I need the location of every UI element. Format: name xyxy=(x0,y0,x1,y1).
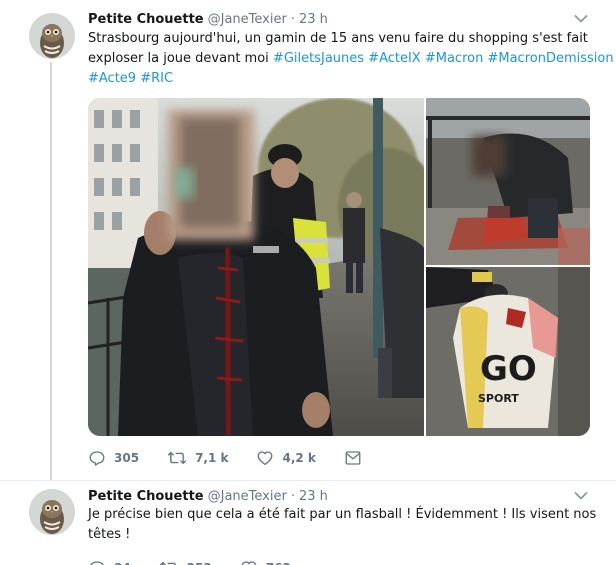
author-handle[interactable]: @JaneTexier xyxy=(208,12,287,27)
chevron-down-icon[interactable] xyxy=(574,14,588,24)
hashtag-link[interactable]: #RIC xyxy=(140,71,173,86)
hashtag-link[interactable]: #ActeIX xyxy=(368,51,421,66)
retweet-icon xyxy=(167,451,187,465)
media-grid: GO SPORT xyxy=(88,98,590,436)
retweet-count: 7,1 k xyxy=(195,451,229,465)
direct-message-button[interactable] xyxy=(344,449,370,467)
separator: · xyxy=(290,11,295,27)
reply-count: 34 xyxy=(114,561,131,565)
envelope-icon xyxy=(345,451,361,465)
tweet-actions: 305 7,1 k 4,2 k xyxy=(88,447,398,469)
tweet[interactable]: Petite Chouette @JaneTexier · 23 h Stras… xyxy=(0,0,616,480)
tweet-text-line: têtes ! xyxy=(88,527,131,542)
bag-brand-text: GO xyxy=(480,349,537,389)
retweet-button[interactable]: 7,1 k xyxy=(167,449,228,467)
reply-icon xyxy=(89,451,105,466)
hashtag-link[interactable]: #MacronDemission xyxy=(487,51,613,66)
hashtag-link[interactable]: #GiletsJaunes xyxy=(273,51,364,66)
like-button[interactable]: 763 xyxy=(240,559,291,565)
retweet-button[interactable]: 253 xyxy=(159,559,212,565)
author-name[interactable]: Petite Chouette xyxy=(88,12,204,27)
avatar[interactable] xyxy=(29,13,75,59)
tweet-text-line: #Acte9 #RIC xyxy=(88,69,588,89)
hashtag-link[interactable]: #Macron xyxy=(425,51,483,66)
like-button[interactable]: 4,2 k xyxy=(256,449,316,467)
author-name[interactable]: Petite Chouette xyxy=(88,489,204,504)
retweet-count: 253 xyxy=(187,561,212,565)
tweet-header: Petite Chouette @JaneTexier · 23 h xyxy=(88,9,328,29)
like-count: 4,2 k xyxy=(282,451,316,465)
reply-icon xyxy=(90,561,104,565)
tweet-text-line: Je précise bien que cela a été fait par … xyxy=(88,507,597,522)
reply-count: 305 xyxy=(114,451,140,465)
heart-icon xyxy=(241,561,257,565)
chevron-down-icon[interactable] xyxy=(574,491,588,501)
author-handle[interactable]: @JaneTexier xyxy=(208,489,287,504)
media-photo-top-right[interactable] xyxy=(426,98,590,265)
timestamp[interactable]: 23 h xyxy=(299,12,328,27)
tweet-text-line: exploser la joue devant moi #GiletsJaune… xyxy=(88,49,614,69)
media-photo-bottom-right[interactable]: GO SPORT xyxy=(426,267,590,436)
tweet-text: Strasbourg aujourd'hui, un gamin de 15 a… xyxy=(88,29,614,89)
like-count: 763 xyxy=(266,561,291,565)
timestamp[interactable]: 23 h xyxy=(299,489,328,504)
hashtag-link[interactable]: #Acte9 xyxy=(88,71,136,86)
separator: · xyxy=(290,488,295,504)
tweet-text-plain: exploser la joue devant moi xyxy=(88,51,273,66)
bag-word-text: SPORT xyxy=(478,392,519,405)
reply-button[interactable]: 34 xyxy=(88,559,131,565)
tweet-text-line: Strasbourg aujourd'hui, un gamin de 15 a… xyxy=(88,31,588,46)
tweet-header: Petite Chouette @JaneTexier · 23 h xyxy=(88,486,328,506)
avatar[interactable] xyxy=(29,489,75,535)
media-photo-main[interactable] xyxy=(88,98,438,436)
tweet-actions: 34 253 763 xyxy=(88,557,319,565)
heart-icon xyxy=(258,451,273,466)
tweet-text: Je précise bien que cela a été fait par … xyxy=(88,505,597,545)
retweet-icon xyxy=(159,561,176,565)
reply-button[interactable]: 305 xyxy=(88,449,139,467)
tweet[interactable]: Petite Chouette @JaneTexier · 23 h Je pr… xyxy=(0,480,616,565)
